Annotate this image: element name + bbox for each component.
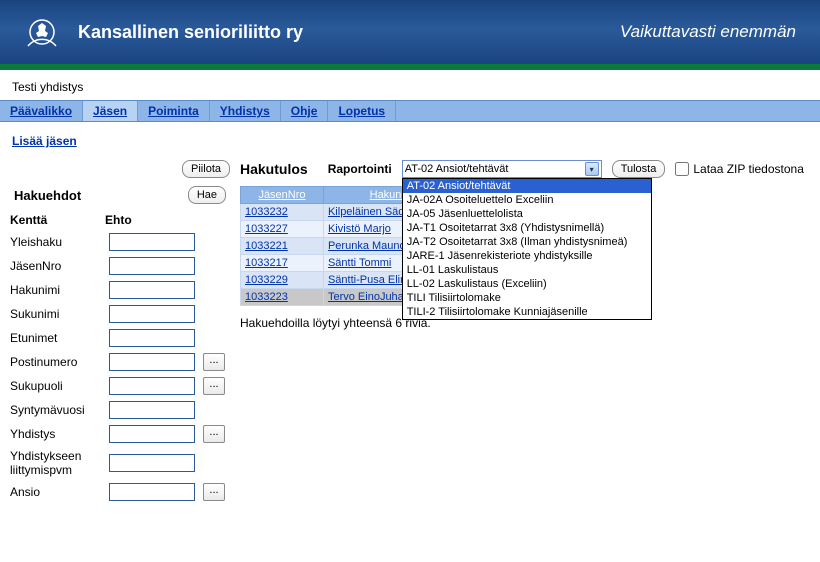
table-cell: 1033217: [241, 255, 324, 272]
filter-row: Yleishaku: [10, 230, 230, 254]
report-label: Raportointi: [328, 162, 392, 176]
menu-item-lopetus[interactable]: Lopetus: [328, 101, 396, 121]
results-title: Hakutulos: [240, 161, 308, 177]
emblem-icon: [20, 10, 64, 54]
zip-checkbox-wrap[interactable]: Lataa ZIP tiedostona: [675, 162, 804, 176]
dropdown-option[interactable]: LL-02 Laskulistaus (Exceliin): [403, 277, 651, 291]
menu-item-jäsen[interactable]: Jäsen: [83, 101, 138, 121]
filter-label: Yhdistykseen liittymispvm: [10, 449, 105, 477]
dropdown-options: AT-02 Ansiot/tehtävätJA-02A Osoiteluette…: [402, 178, 652, 320]
filter-label: Postinumero: [10, 355, 105, 369]
search-filters: Piilota Hakuehdot Hae Kenttä Ehto Yleish…: [10, 160, 230, 504]
member-name-link[interactable]: Tervo EinoJuhani: [328, 291, 412, 303]
filter-input[interactable]: [109, 401, 195, 419]
results-area: Hakutulos Raportointi AT-02 Ansiot/tehtä…: [240, 160, 810, 330]
logo-area: Kansallinen senioriliitto ry: [20, 10, 303, 54]
table-cell: 1033227: [241, 221, 324, 238]
member-name-link[interactable]: Perunka Mauno: [328, 240, 406, 252]
member-number-link[interactable]: 1033221: [245, 240, 288, 252]
menu-item-ohje[interactable]: Ohje: [281, 101, 329, 121]
lookup-button[interactable]: ...: [203, 377, 225, 395]
table-cell: 1033229: [241, 272, 324, 289]
chevron-down-icon[interactable]: ▾: [585, 162, 599, 176]
filter-row: Sukupuoli...: [10, 374, 230, 398]
filter-label: Yleishaku: [10, 235, 105, 249]
filter-label: Syntymävuosi: [10, 403, 105, 417]
slogan: Vaikuttavasti enemmän: [620, 22, 796, 42]
filter-input[interactable]: [109, 257, 195, 275]
member-name-link[interactable]: Kivistö Marjo: [328, 223, 391, 235]
filter-input[interactable]: [109, 281, 195, 299]
filter-label: JäsenNro: [10, 259, 105, 273]
dropdown-option[interactable]: TILI Tilisiirtolomake: [403, 291, 651, 305]
member-name-link[interactable]: Säntti Tommi: [328, 257, 391, 269]
filter-input[interactable]: [109, 454, 195, 472]
member-number-link[interactable]: 1033229: [245, 274, 288, 286]
dropdown-selected: AT-02 Ansiot/tehtävät: [405, 163, 509, 175]
table-cell: 1033223: [241, 289, 324, 306]
filter-label: Hakunimi: [10, 283, 105, 297]
member-number-link[interactable]: 1033232: [245, 206, 288, 218]
dropdown-option[interactable]: JA-T2 Osoitetarrat 3x8 (Ilman yhdistysni…: [403, 235, 651, 249]
menu-item-poiminta[interactable]: Poiminta: [138, 101, 210, 121]
menu-item-yhdistys[interactable]: Yhdistys: [210, 101, 281, 121]
filter-row: Yhdistykseen liittymispvm: [10, 446, 230, 480]
filter-row: Sukunimi: [10, 302, 230, 326]
lookup-button[interactable]: ...: [203, 353, 225, 371]
lookup-button[interactable]: ...: [203, 425, 225, 443]
filter-input[interactable]: [109, 483, 195, 501]
dropdown-option[interactable]: LL-01 Laskulistaus: [403, 263, 651, 277]
filter-row: JäsenNro: [10, 254, 230, 278]
member-number-link[interactable]: 1033227: [245, 223, 288, 235]
zip-checkbox[interactable]: [675, 162, 689, 176]
dropdown-option[interactable]: JARE-1 Jäsenrekisteriote yhdistyksille: [403, 249, 651, 263]
dropdown-option[interactable]: AT-02 Ansiot/tehtävät: [403, 179, 651, 193]
site-title: Kansallinen senioriliitto ry: [78, 22, 303, 43]
filters-title: Hakuehdot: [14, 188, 81, 203]
filter-label: Sukupuoli: [10, 379, 105, 393]
filter-row: Syntymävuosi: [10, 398, 230, 422]
filter-input[interactable]: [109, 305, 195, 323]
filter-input[interactable]: [109, 329, 195, 347]
filter-input[interactable]: [109, 233, 195, 251]
dropdown-option[interactable]: TILI-2 Tilisiirtolomake Kunniajäsenille: [403, 305, 651, 319]
filter-label: Sukunimi: [10, 307, 105, 321]
filter-input[interactable]: [109, 353, 195, 371]
search-button[interactable]: Hae: [188, 186, 226, 204]
table-cell: 1033232: [241, 204, 324, 221]
add-member-link[interactable]: Lisää jäsen: [12, 134, 77, 148]
zip-checkbox-label: Lataa ZIP tiedostona: [693, 162, 804, 176]
filter-input[interactable]: [109, 377, 195, 395]
header: Kansallinen senioriliitto ry Vaikuttavas…: [0, 0, 820, 70]
table-header[interactable]: JäsenNro: [241, 187, 324, 204]
member-name-link[interactable]: Säntti-Pusa Elina: [328, 274, 412, 286]
filter-row: Postinumero...: [10, 350, 230, 374]
member-name-link[interactable]: Kilpeläinen Säde: [328, 206, 411, 218]
hide-button[interactable]: Piilota: [182, 160, 230, 178]
report-dropdown[interactable]: AT-02 Ansiot/tehtävät ▾ AT-02 Ansiot/teh…: [402, 160, 602, 178]
menu-item-päävalikko[interactable]: Päävalikko: [0, 101, 83, 121]
context-name: Testi yhdistys: [0, 70, 820, 100]
main-menu: PäävalikkoJäsenPoimintaYhdistysOhjeLopet…: [0, 100, 820, 122]
filter-label: Etunimet: [10, 331, 105, 345]
dropdown-option[interactable]: JA-T1 Osoitetarrat 3x8 (Yhdistysnimellä): [403, 221, 651, 235]
col-kentta: Kenttä: [10, 213, 105, 227]
col-ehto: Ehto: [105, 213, 195, 227]
print-button[interactable]: Tulosta: [612, 160, 666, 178]
filter-label: Yhdistys: [10, 427, 105, 441]
filter-row: Hakunimi: [10, 278, 230, 302]
member-number-link[interactable]: 1033223: [245, 291, 288, 303]
member-number-link[interactable]: 1033217: [245, 257, 288, 269]
filter-row: Yhdistys...: [10, 422, 230, 446]
filter-label: Ansio: [10, 485, 105, 499]
lookup-button[interactable]: ...: [203, 483, 225, 501]
dropdown-option[interactable]: JA-02A Osoiteluettelo Exceliin: [403, 193, 651, 207]
filter-input[interactable]: [109, 425, 195, 443]
action-bar: Lisää jäsen: [0, 122, 820, 160]
dropdown-option[interactable]: JA-05 Jäsenluettelolista: [403, 207, 651, 221]
table-cell: 1033221: [241, 238, 324, 255]
filter-row: Etunimet: [10, 326, 230, 350]
filter-row: Ansio...: [10, 480, 230, 504]
